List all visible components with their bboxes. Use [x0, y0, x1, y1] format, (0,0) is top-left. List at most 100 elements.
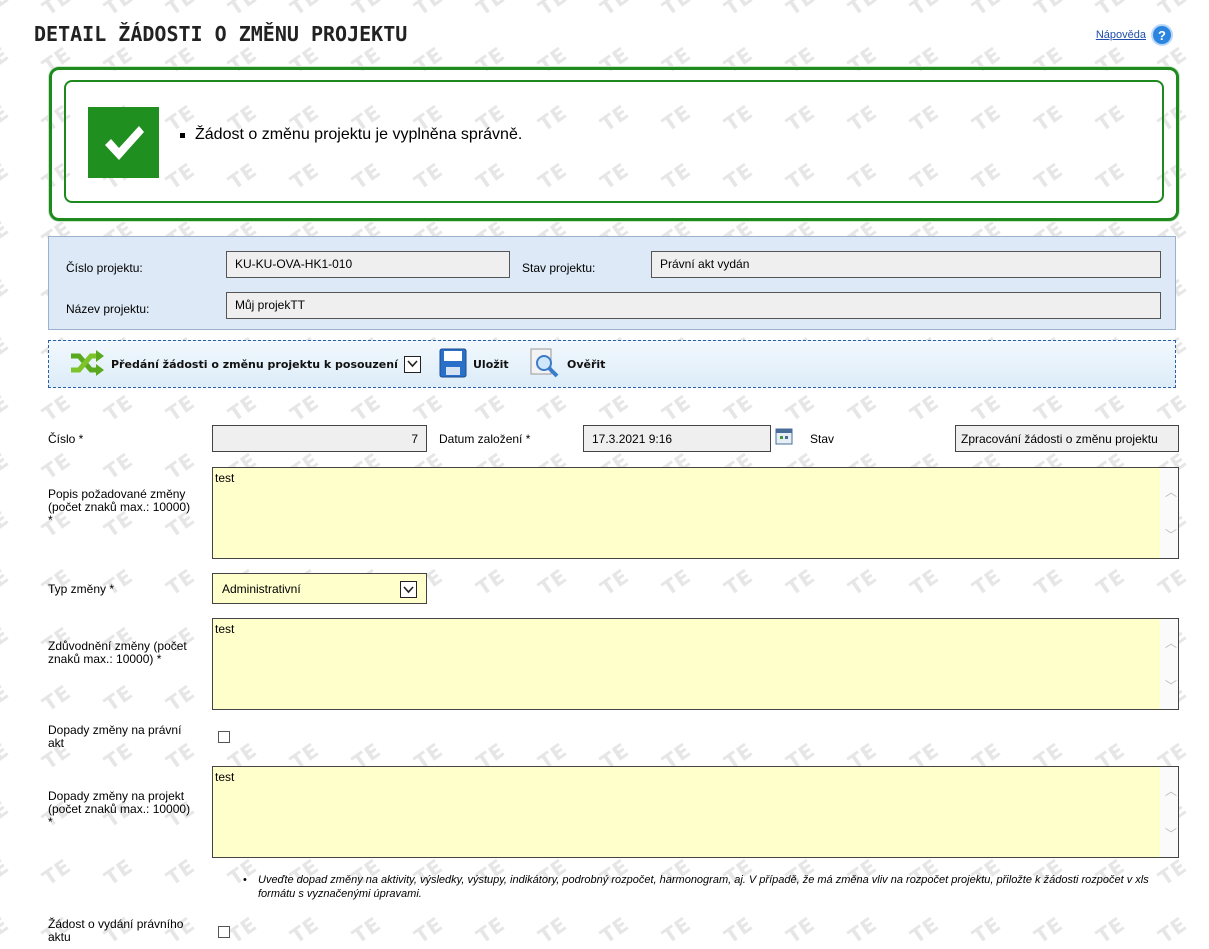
shuffle-arrows-icon — [69, 349, 105, 379]
justification-label: Zdůvodnění změny (počet znaků max.: 1000… — [48, 639, 187, 666]
impact-hint: • Uveďte dopad změny na aktivity, výsled… — [243, 873, 1178, 901]
watermark-tile: TE — [0, 215, 14, 253]
toolbar: Předání žádosti o změnu projektu k posou… — [48, 340, 1176, 388]
description-value: test — [215, 471, 235, 485]
watermark-tile: TE — [37, 679, 76, 717]
project-name-label: Název projektu: — [66, 302, 150, 316]
scroll-down-icon[interactable]: ﹀ — [1165, 825, 1177, 842]
legal-act-impact-checkbox[interactable] — [218, 731, 230, 743]
impact-hint-text: Uveďte dopad změny na aktivity, výsledky… — [258, 874, 1149, 900]
watermark-tile: TE — [843, 563, 882, 601]
project-impact-value: test — [215, 770, 235, 784]
watermark-tile: TE — [409, 0, 448, 21]
watermark-tile: TE — [533, 563, 572, 601]
watermark-tile: TE — [0, 273, 14, 311]
save-button[interactable]: Uložit — [439, 341, 509, 387]
change-type-select[interactable]: Administrativní — [212, 573, 427, 604]
watermark-tile: TE — [37, 853, 76, 891]
save-label: Uložit — [473, 357, 509, 371]
watermark-tile: TE — [905, 563, 944, 601]
calendar-icon[interactable] — [775, 427, 793, 445]
watermark-tile: TE — [409, 911, 448, 949]
project-impact-textarea[interactable]: test ︿ ﹀ — [212, 766, 1179, 858]
watermark-tile: TE — [719, 0, 758, 21]
watermark-tile: TE — [905, 389, 944, 427]
watermark-tile: TE — [0, 679, 14, 717]
watermark-tile: TE — [1153, 389, 1192, 427]
success-message: Žádost o změnu projektu je vyplněna sprá… — [180, 126, 522, 144]
watermark-tile: TE — [1153, 0, 1192, 21]
watermark-tile: TE — [0, 331, 14, 369]
verify-button[interactable]: Ověřit — [529, 341, 605, 387]
watermark-tile: TE — [223, 389, 262, 427]
page-title: DETAIL ŽÁDOSTI O ZMĚNU PROJEKTU — [34, 22, 408, 46]
number-label: Číslo * — [48, 432, 84, 446]
watermark-tile: TE — [37, 389, 76, 427]
watermark-tile: TE — [223, 0, 262, 21]
watermark-tile: TE — [471, 0, 510, 21]
watermark-tile: TE — [285, 911, 324, 949]
chevron-down-icon[interactable] — [403, 355, 421, 373]
scrollbar[interactable]: ︿ ﹀ — [1160, 619, 1178, 709]
scroll-up-icon[interactable]: ︿ — [1165, 634, 1177, 651]
project-info-panel: Číslo projektu: KU-KU-OVA-HK1-010 Stav p… — [48, 236, 1176, 330]
watermark-tile: TE — [719, 563, 758, 601]
watermark-tile: TE — [1029, 0, 1068, 21]
watermark-tile: TE — [533, 389, 572, 427]
watermark-tile: TE — [1091, 389, 1130, 427]
scroll-down-icon[interactable]: ﹀ — [1165, 526, 1177, 543]
watermark-tile: TE — [1029, 911, 1068, 949]
watermark-tile: TE — [285, 0, 324, 21]
project-number-label: Číslo projektu: — [66, 261, 143, 275]
watermark-tile: TE — [161, 679, 200, 717]
checkmark-icon — [88, 107, 159, 178]
watermark-tile: TE — [0, 795, 14, 833]
state-label: Stav — [810, 432, 835, 446]
watermark-tile: TE — [99, 447, 138, 485]
scroll-down-icon[interactable]: ﹀ — [1165, 677, 1177, 694]
watermark-tile: TE — [595, 389, 634, 427]
scroll-up-icon[interactable]: ︿ — [1165, 782, 1177, 799]
watermark-tile: TE — [161, 447, 200, 485]
submit-for-review-button[interactable]: Předání žádosti o změnu projektu k posou… — [69, 341, 421, 387]
watermark-tile: TE — [471, 563, 510, 601]
scrollbar[interactable]: ︿ ﹀ — [1160, 468, 1178, 558]
legal-act-request-checkbox[interactable] — [218, 926, 230, 938]
watermark-tile: TE — [1153, 563, 1192, 601]
legal-act-impact-label: Dopady změny na právní akt — [48, 723, 182, 750]
watermark-tile: TE — [657, 911, 696, 949]
watermark-tile: TE — [967, 911, 1006, 949]
description-textarea[interactable]: test ︿ ﹀ — [212, 467, 1179, 559]
watermark-tile: TE — [595, 563, 634, 601]
scroll-up-icon[interactable]: ︿ — [1165, 483, 1177, 500]
scrollbar[interactable]: ︿ ﹀ — [1160, 767, 1178, 857]
project-name-field: Můj projekTT — [226, 292, 1161, 319]
chevron-down-icon[interactable] — [400, 581, 417, 598]
project-number-field: KU-KU-OVA-HK1-010 — [226, 251, 510, 278]
watermark-tile: TE — [0, 737, 14, 775]
watermark-tile: TE — [595, 911, 634, 949]
watermark-tile: TE — [1153, 911, 1192, 949]
help[interactable]: Nápověda ? — [1096, 24, 1173, 46]
watermark-tile: TE — [0, 447, 14, 485]
watermark-tile: TE — [37, 447, 76, 485]
watermark-tile: TE — [99, 389, 138, 427]
watermark-tile: TE — [0, 389, 14, 427]
watermark-tile: TE — [905, 0, 944, 21]
justification-textarea[interactable]: test ︿ ﹀ — [212, 618, 1179, 710]
watermark-tile: TE — [967, 563, 1006, 601]
watermark-tile: TE — [781, 563, 820, 601]
watermark-tile: TE — [1091, 0, 1130, 21]
watermark-tile: TE — [0, 911, 14, 949]
created-date-field: 17.3.2021 9:16 — [583, 425, 771, 452]
project-state-field: Právní akt vydán — [651, 251, 1161, 278]
watermark-tile: TE — [99, 0, 138, 21]
help-link[interactable]: Nápověda — [1096, 29, 1146, 41]
watermark-tile: TE — [0, 157, 14, 195]
watermark-tile: TE — [905, 911, 944, 949]
watermark-tile: TE — [657, 563, 696, 601]
legal-act-request-label: Žádost o vydání právního aktu — [48, 917, 184, 944]
help-icon[interactable]: ? — [1151, 24, 1173, 46]
watermark-tile: TE — [781, 0, 820, 21]
verify-label: Ověřit — [567, 357, 606, 371]
